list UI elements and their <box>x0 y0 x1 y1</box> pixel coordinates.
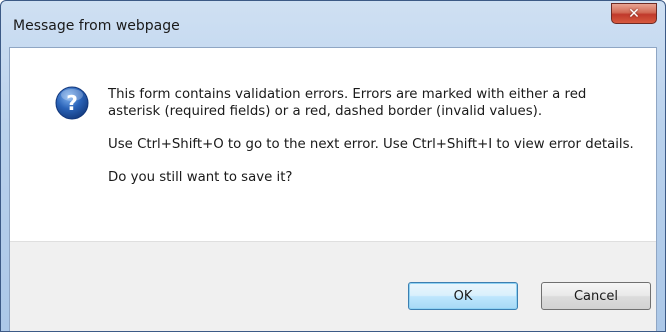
ok-button[interactable]: OK <box>408 282 518 310</box>
message-text: This form contains validation errors. Er… <box>108 86 638 202</box>
title-bar[interactable]: Message from webpage ✕ <box>1 1 665 47</box>
message-paragraph-question: Do you still want to save it? <box>108 170 293 185</box>
close-button[interactable]: ✕ <box>611 3 657 24</box>
question-icon: ? <box>55 86 89 120</box>
cancel-button[interactable]: Cancel <box>541 282 651 310</box>
message-paragraph-errors: This form contains validation errors. Er… <box>108 87 587 119</box>
button-bar: OK Cancel <box>10 241 656 331</box>
question-glyph: ? <box>66 91 78 115</box>
message-area: ? This form contains validation errors. … <box>10 48 656 241</box>
dialog-client-area: ? This form contains validation errors. … <box>9 47 657 331</box>
close-icon: ✕ <box>628 5 640 22</box>
dialog-window: Message from webpage ✕ ? This form conta… <box>0 0 666 332</box>
window-title: Message from webpage <box>13 18 180 34</box>
message-paragraph-shortcuts: Use Ctrl+Shift+O to go to the next error… <box>108 137 634 152</box>
